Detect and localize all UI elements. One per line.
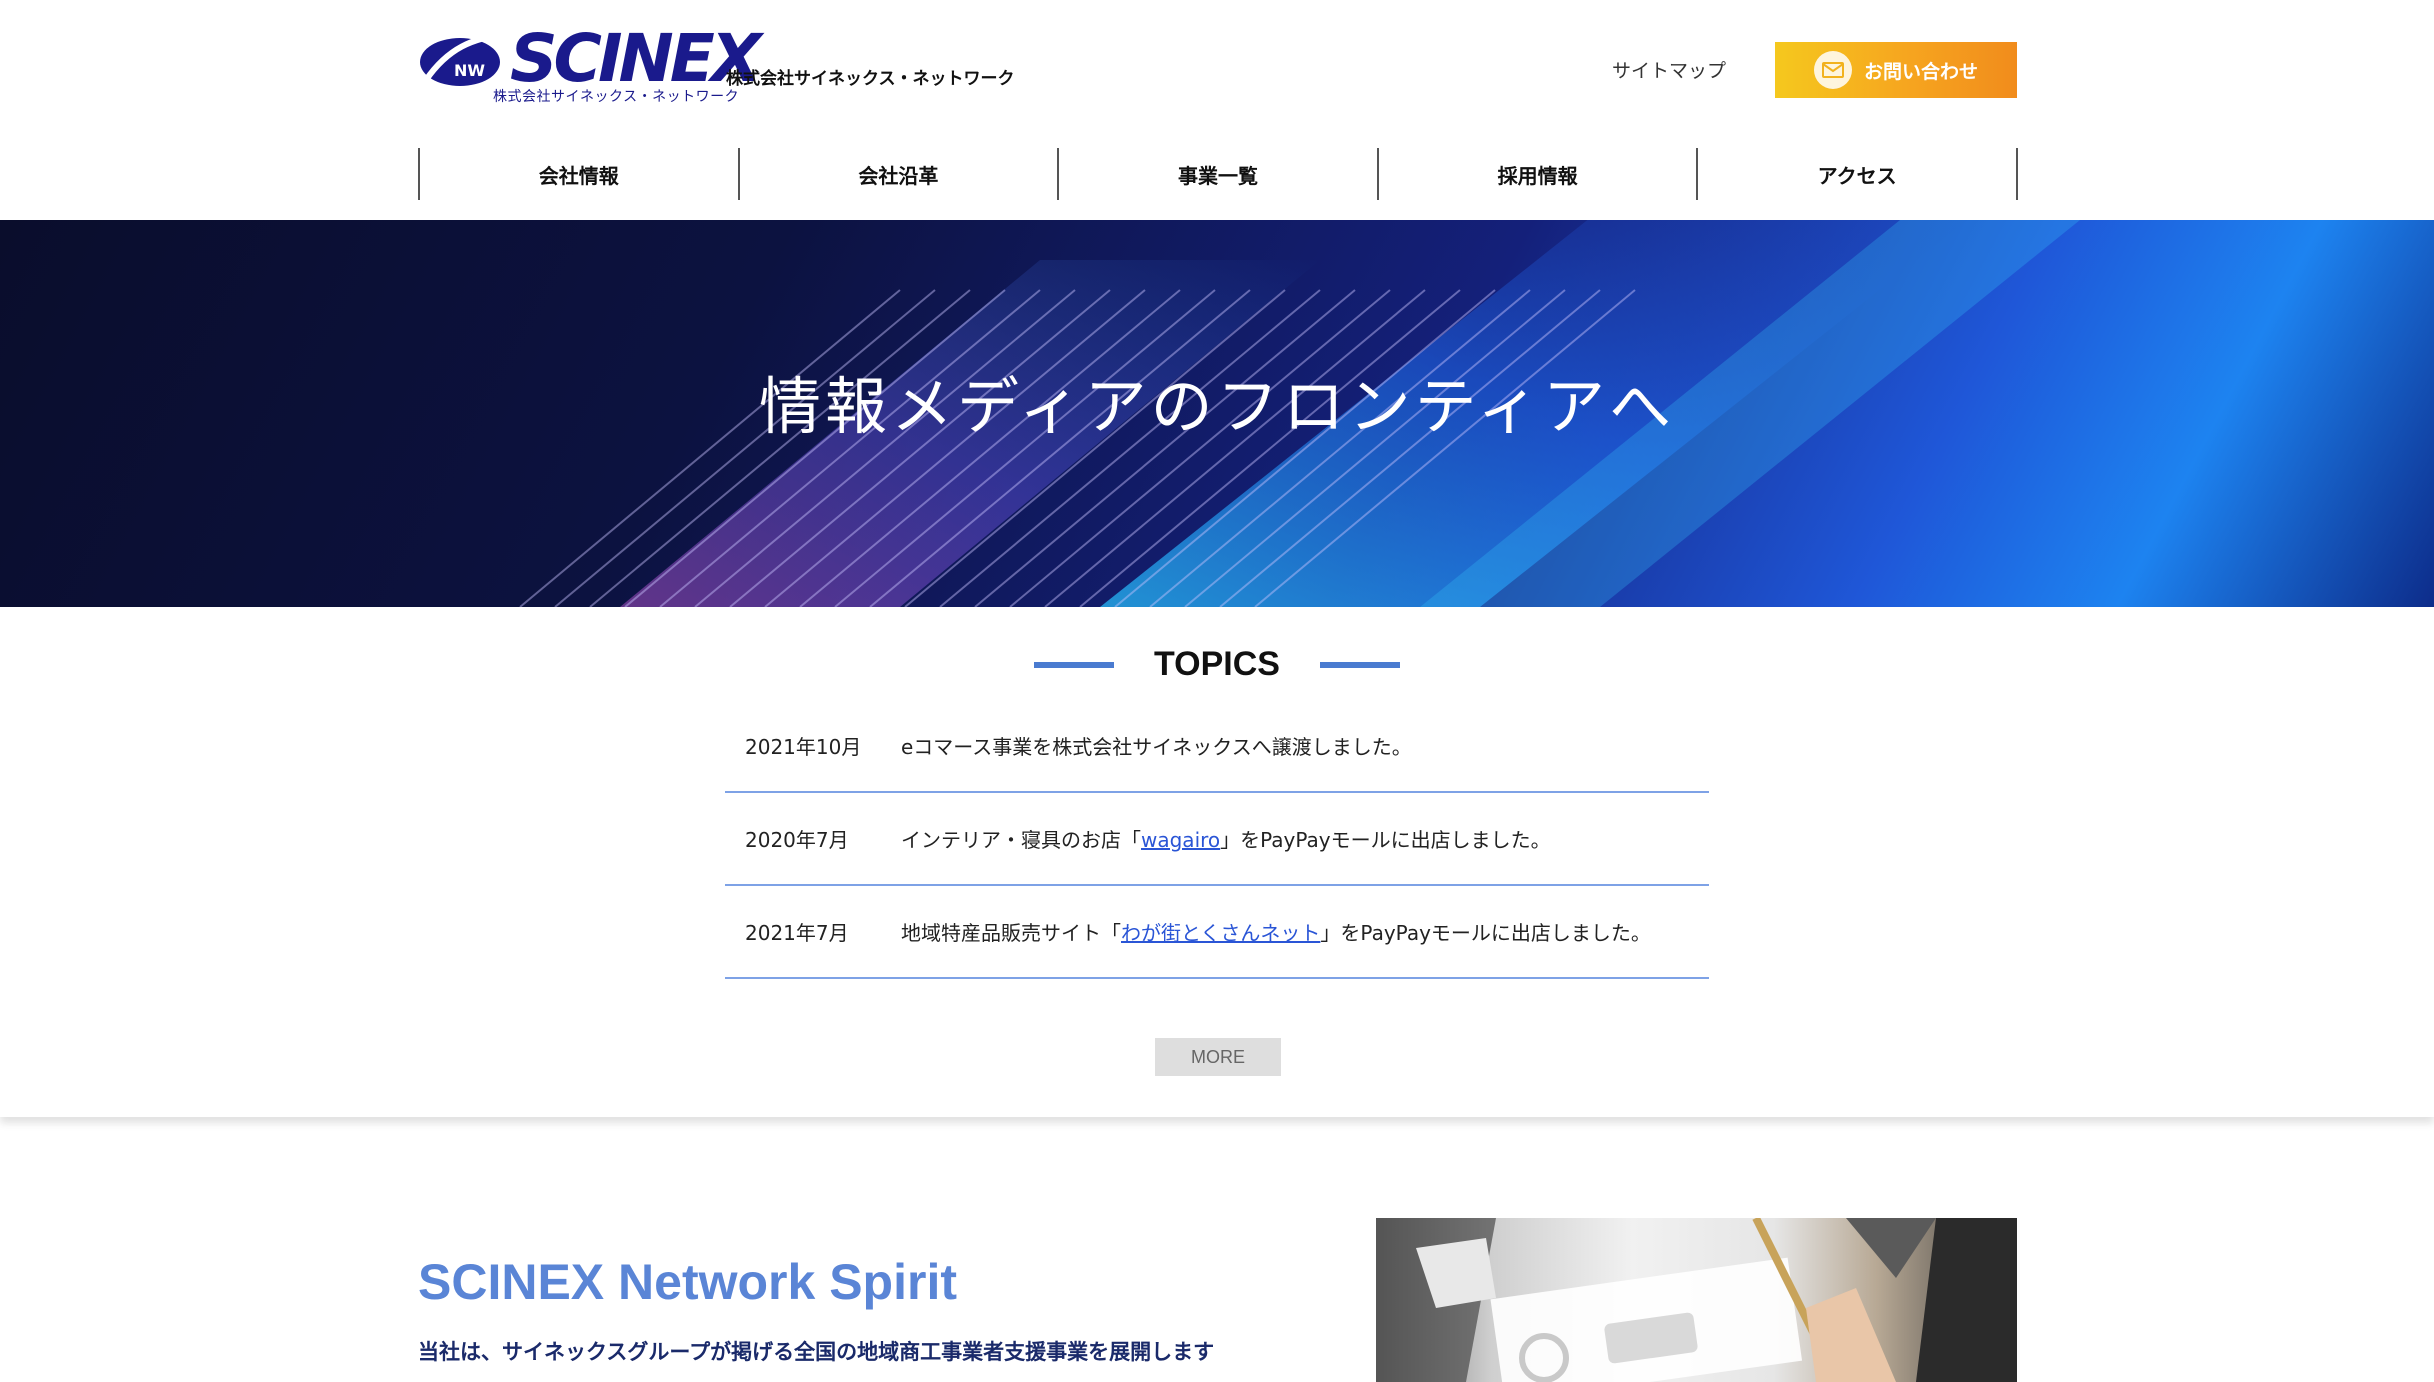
nav-item-history[interactable]: 会社沿革 — [740, 148, 1060, 200]
logo-swoosh-icon: NW — [420, 31, 507, 86]
topic-row: 2021年10月 eコマース事業を株式会社サイネックスへ譲渡しました。 — [725, 700, 1709, 793]
company-name: 株式会社サイネックス・ネットワーク — [726, 69, 1015, 89]
topics-list: 2021年10月 eコマース事業を株式会社サイネックスへ譲渡しました。 2020… — [725, 700, 1709, 979]
nav-item-company[interactable]: 会社情報 — [420, 148, 740, 200]
hero-title: 情報メディアのフロンティアへ — [759, 370, 1675, 443]
topic-date: 2021年10月 — [745, 735, 862, 759]
topic-text: eコマース事業を株式会社サイネックスへ譲渡しました。 — [901, 731, 1412, 760]
business-photo — [1376, 1218, 2017, 1382]
topic-link-tokusan[interactable]: わが街とくさんネット — [1121, 921, 1320, 945]
topic-row: 2021年7月 地域特産品販売サイト「わが街とくさんネット」をPayPayモール… — [725, 886, 1709, 979]
topic-text-before: 地域特産品販売サイト「 — [901, 921, 1121, 945]
logo-wordmark: SCINEX — [510, 20, 762, 97]
topic-link-wagairo[interactable]: wagairo — [1141, 828, 1220, 852]
sitemap-link[interactable]: サイトマップ — [1612, 56, 1726, 83]
topic-text-after: 」をPayPayモールに出店しました。 — [1320, 921, 1651, 945]
spirit-title: SCINEX Network Spirit — [418, 1254, 957, 1310]
topic-text-before: インテリア・寝具のお店「 — [901, 828, 1141, 852]
contact-button[interactable]: お問い合わせ — [1775, 42, 2017, 98]
topics-heading-text: TOPICS — [1154, 645, 1280, 683]
heading-decoration-line — [1034, 661, 1114, 668]
topic-row: 2020年7月 インテリア・寝具のお店「wagairo」をPayPayモールに出… — [725, 793, 1709, 886]
topics-section: TOPICS 2021年10月 eコマース事業を株式会社サイネックスへ譲渡しまし… — [0, 607, 2434, 1117]
logo-badge-text: NW — [454, 61, 485, 80]
global-nav: 会社情報 会社沿革 事業一覧 採用情報 アクセス — [418, 148, 2018, 200]
topics-heading: TOPICS — [1034, 645, 1400, 684]
topic-text: 地域特産品販売サイト「わが街とくさんネット」をPayPayモールに出店しました。 — [901, 917, 1651, 946]
topic-text-after: 」をPayPayモールに出店しました。 — [1220, 828, 1551, 852]
topic-text-before: eコマース事業を株式会社サイネックスへ譲渡しました。 — [901, 735, 1412, 759]
nav-item-business[interactable]: 事業一覧 — [1059, 148, 1379, 200]
more-button[interactable]: MORE — [1155, 1038, 1281, 1076]
topic-date: 2021年7月 — [745, 921, 849, 945]
topic-text: インテリア・寝具のお店「wagairo」をPayPayモールに出店しました。 — [901, 824, 1551, 853]
logo-subtext: 株式会社サイネックス・ネットワーク — [493, 89, 740, 105]
heading-decoration-line — [1320, 661, 1400, 668]
nav-item-recruit[interactable]: 採用情報 — [1379, 148, 1699, 200]
spirit-description: 当社は、サイネックスグループが掲げる全国の地域商工事業者支援事業を展開します — [418, 1340, 1215, 1364]
contact-button-label: お問い合わせ — [1863, 60, 1978, 83]
photo-illustration — [1376, 1218, 2017, 1382]
topic-date: 2020年7月 — [745, 828, 849, 852]
scinex-logo[interactable]: NW SCINEX 株式会社サイネックス・ネットワーク — [418, 26, 762, 108]
nav-item-access[interactable]: アクセス — [1698, 148, 2018, 200]
site-header: NW SCINEX 株式会社サイネックス・ネットワーク 株式会社サイネックス・ネ… — [0, 0, 2434, 220]
hero-banner: 情報メディアのフロンティアへ — [0, 220, 2434, 607]
mail-icon — [1813, 51, 1852, 89]
